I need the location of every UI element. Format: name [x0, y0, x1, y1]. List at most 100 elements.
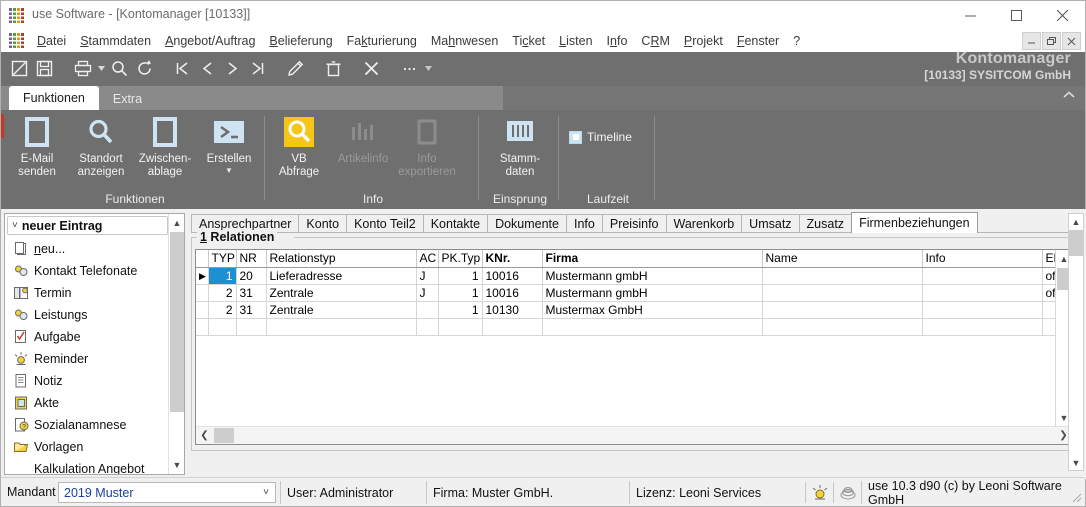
grid-cell-empty[interactable] — [196, 386, 208, 403]
menu-item-ticket[interactable]: Ticket — [505, 30, 552, 52]
row-selector[interactable] — [196, 301, 209, 319]
menu-item-fakturierung[interactable]: Fakturierung — [340, 30, 424, 52]
table-row-empty[interactable] — [196, 318, 1055, 336]
relations-grid[interactable]: TYP NR Relationstyp AC PK.Typ KNr. Firma Name In… — [195, 249, 1073, 445]
grid-cell-empty[interactable] — [266, 369, 416, 386]
grid-cell-empty[interactable] — [922, 386, 1042, 403]
grid-cell-info[interactable] — [922, 284, 1043, 302]
ribbon-item-artikelinfo[interactable]: Artikelinfo — [331, 114, 395, 166]
grid-cell-empty[interactable] — [922, 369, 1042, 386]
sidebar-item-aufgabe[interactable]: Aufgabe — [7, 326, 168, 348]
pencil-icon[interactable] — [284, 57, 307, 80]
grid-header-ac[interactable]: AC — [416, 250, 439, 268]
grid-cell-empty[interactable] — [542, 335, 762, 352]
sidebar-item-reminder[interactable]: Reminder — [7, 348, 168, 370]
grid-cell-empty[interactable] — [416, 369, 438, 386]
ribbon-item-standort-anzeigen[interactable]: Standort anzeigen — [69, 114, 133, 179]
grid-cell-email[interactable]: office@m — [1042, 267, 1055, 285]
grid-cell-empty[interactable] — [542, 403, 762, 420]
grid-cell-empty[interactable] — [922, 318, 1043, 336]
grid-cell-empty[interactable] — [266, 403, 416, 420]
layers-icon[interactable] — [833, 482, 861, 503]
grid-cell-empty[interactable] — [266, 318, 417, 336]
grid-cell-typ[interactable]: 2 — [208, 284, 237, 302]
grid-header-knr[interactable]: KNr. — [482, 250, 543, 268]
row-selector[interactable]: ▶ — [196, 267, 209, 285]
sidebar-item-vorlagen[interactable]: Vorlagen — [7, 436, 168, 458]
grid-cell-empty[interactable] — [922, 335, 1042, 352]
grid-cell-empty[interactable] — [196, 318, 209, 336]
grid-cell-empty[interactable] — [236, 386, 266, 403]
grid-header-marker[interactable] — [196, 250, 209, 268]
sidebar-scroll-thumb[interactable] — [170, 232, 184, 412]
tab-konto-teil2[interactable]: Konto Teil2 — [346, 214, 424, 233]
grid-cell-ac[interactable]: J — [416, 284, 439, 302]
grid-cell-empty[interactable] — [266, 386, 416, 403]
menu-item-fenster[interactable]: Fenster — [730, 30, 786, 52]
grid-cell-empty[interactable] — [196, 335, 208, 352]
grid-cell-empty[interactable] — [416, 403, 438, 420]
grid-cell-relationstyp[interactable]: Zentrale — [266, 301, 417, 319]
grid-cell-empty[interactable] — [762, 335, 922, 352]
sidebar-item-termin[interactable]: Termin — [7, 282, 168, 304]
panel-vertical-scrollbar[interactable]: ▲ ▼ — [1068, 213, 1084, 471]
grid-cell-relationstyp[interactable]: Lieferadresse — [266, 267, 417, 285]
grid-hscroll-thumb[interactable] — [214, 428, 234, 443]
grid-cell-empty[interactable] — [922, 403, 1042, 420]
tab-info[interactable]: Info — [566, 214, 603, 233]
grid-cell-empty[interactable] — [1042, 403, 1055, 420]
table-row-empty[interactable] — [196, 403, 1055, 420]
menu-item-datei[interactable]: Datei — [30, 30, 73, 52]
grid-header-relationstyp[interactable]: Relationstyp — [266, 250, 417, 268]
close-button[interactable] — [1039, 1, 1085, 30]
maximize-button[interactable] — [993, 1, 1039, 30]
tab-firmenbeziehungen[interactable]: Firmenbeziehungen — [851, 212, 978, 233]
grid-cell-nr[interactable]: 31 — [236, 301, 267, 319]
grid-header-name[interactable]: Name — [762, 250, 923, 268]
grid-cell-empty[interactable] — [236, 318, 267, 336]
sidebar-item-notiz[interactable]: Notiz — [7, 370, 168, 392]
grid-cell-knr[interactable]: 10016 — [482, 267, 543, 285]
grid-cell-firma[interactable]: Mustermax GmbH — [542, 301, 763, 319]
grid-cell-ac[interactable] — [416, 301, 439, 319]
minimize-button[interactable] — [947, 1, 993, 30]
next-record-icon[interactable] — [221, 57, 244, 80]
grid-cell-empty[interactable] — [482, 369, 542, 386]
grid-cell-empty[interactable] — [438, 352, 482, 369]
grid-cell-name[interactable] — [762, 284, 923, 302]
refresh-icon[interactable] — [133, 57, 156, 80]
grid-cell-empty[interactable] — [208, 386, 236, 403]
ribbon-tab-funktionen[interactable]: Funktionen — [9, 86, 99, 110]
sidebar-item-kalkulation-angebot[interactable]: Kalkulation Angebot — [7, 458, 168, 474]
grid-cell-pktyp[interactable]: 1 — [438, 284, 483, 302]
grid-cell-empty[interactable] — [236, 403, 266, 420]
table-row-empty[interactable] — [196, 335, 1055, 352]
grid-cell-empty[interactable] — [438, 369, 482, 386]
table-row-empty[interactable] — [196, 352, 1055, 369]
resize-grip[interactable] — [1070, 491, 1082, 503]
grid-cell-empty[interactable] — [542, 369, 762, 386]
ribbon-item-erstellen[interactable]: Erstellen ▼ — [197, 114, 261, 175]
grid-cell-empty[interactable] — [438, 403, 482, 420]
grid-cell-empty[interactable] — [208, 352, 236, 369]
cancel-icon[interactable] — [360, 57, 383, 80]
menu-item-mahnwesen[interactable]: Mahnwesen — [424, 30, 505, 52]
scroll-left-icon[interactable]: ❮ — [196, 427, 213, 444]
sidebar-item-akte[interactable]: Akte — [7, 392, 168, 414]
mdi-restore-button[interactable] — [1042, 32, 1061, 50]
grid-cell-empty[interactable] — [922, 352, 1042, 369]
mdi-minimize-button[interactable] — [1022, 32, 1041, 50]
grid-cell-empty[interactable] — [1042, 335, 1055, 352]
grid-cell-nr[interactable]: 31 — [236, 284, 267, 302]
more-icon[interactable] — [398, 57, 421, 80]
grid-header-pktyp[interactable]: PK.Typ — [438, 250, 483, 268]
grid-cell-knr[interactable]: 10130 — [482, 301, 543, 319]
grid-cell-name[interactable] — [762, 301, 923, 319]
grid-cell-email[interactable]: office@m — [1042, 284, 1055, 302]
menu-item-info[interactable]: Info — [600, 30, 635, 52]
grid-cell-empty[interactable] — [416, 335, 438, 352]
menu-item--[interactable]: ? — [786, 30, 807, 52]
tab-konto[interactable]: Konto — [298, 214, 348, 233]
mandant-combobox[interactable]: 2019 Muster ˅ — [58, 482, 276, 503]
grid-cell-empty[interactable] — [762, 369, 922, 386]
